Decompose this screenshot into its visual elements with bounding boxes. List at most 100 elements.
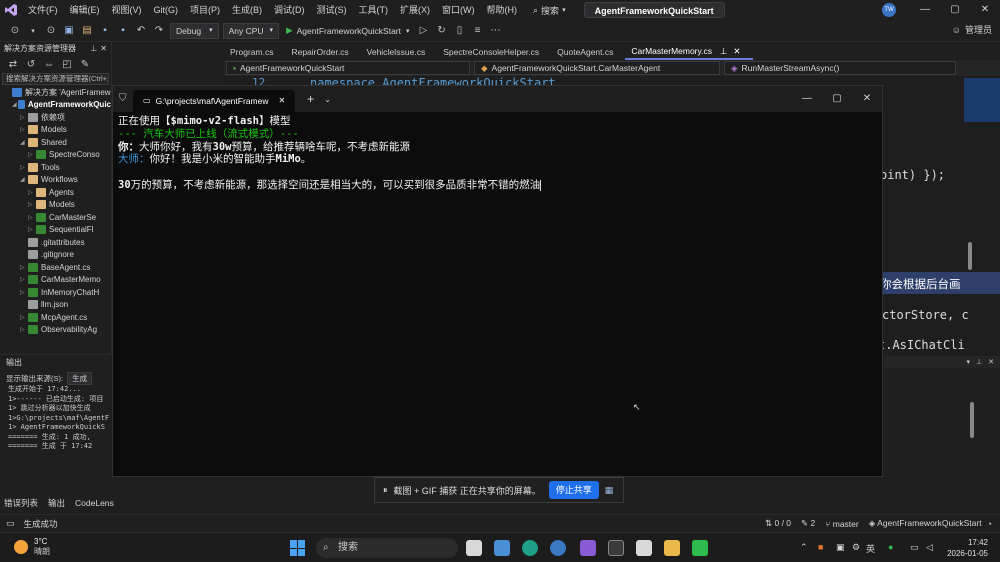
collapsed-arrow-icon[interactable]: ▷ (28, 201, 36, 208)
pin-icon[interactable]: ⊥ (976, 358, 982, 366)
menu-item[interactable]: 文件(F) (22, 0, 64, 20)
admin-indicator[interactable]: ☺ 管理员 (952, 23, 992, 36)
document-tab[interactable]: CarMasterMemory.cs ⊥ ✕ (625, 44, 753, 60)
document-tab[interactable]: Program.cs (224, 44, 285, 60)
tray-wechat-icon[interactable]: ● (888, 542, 893, 552)
tree-item[interactable]: .gitignore (0, 249, 111, 262)
close-button[interactable]: ✕ (970, 0, 1000, 20)
comment-icon[interactable]: ≡ (470, 23, 486, 39)
output-source-dropdown[interactable]: 生成 (67, 371, 93, 385)
tree-item[interactable]: ▷ Tools (0, 161, 111, 174)
start-debugging-button[interactable]: ▶ AgentFrameworkQuickStart ▾ (281, 23, 414, 39)
tree-item[interactable]: ▷ McpAgent.cs (0, 311, 111, 324)
edge-browser-icon[interactable] (522, 540, 538, 556)
menu-item[interactable]: 视图(V) (106, 0, 148, 20)
share-screen-icon[interactable]: ▦ (605, 485, 614, 496)
platform-dropdown[interactable]: Any CPU ▾ (222, 22, 280, 39)
collapsed-arrow-icon[interactable]: ▷ (28, 226, 36, 233)
bookmark-icon[interactable]: ▯ (452, 23, 468, 39)
tree-item[interactable]: ▷ 依赖项 (0, 111, 111, 124)
redo-icon[interactable]: ↷ (151, 23, 167, 39)
terminal-maximize-button[interactable]: ▢ (822, 89, 852, 109)
tree-item[interactable]: ◢ AgentFrameworkQuic (0, 99, 111, 112)
collapse-icon[interactable]: ⇔ (41, 56, 57, 72)
system-clock[interactable]: 17:42 2026-01-05 (947, 537, 988, 559)
tree-item[interactable]: ◢ Workflows (0, 174, 111, 187)
menu-item[interactable]: Git(G) (148, 0, 185, 20)
hot-reload-icon[interactable]: ↻ (434, 23, 450, 39)
tree-item[interactable]: 解决方案 'AgentFramew (0, 86, 111, 99)
task-view-icon[interactable] (466, 540, 482, 556)
app-icon[interactable] (636, 540, 652, 556)
menu-item[interactable]: 窗口(W) (436, 0, 481, 20)
menu-item[interactable]: 工具(T) (353, 0, 395, 20)
tree-item[interactable]: ▷ Agents (0, 186, 111, 199)
collapsed-arrow-icon[interactable]: ▷ (20, 126, 28, 133)
collapsed-arrow-icon[interactable]: ▷ (28, 189, 36, 196)
tree-item[interactable]: ▷ Models (0, 124, 111, 137)
chevron-up-icon[interactable]: ⌃ (800, 542, 808, 553)
tree-item[interactable]: ▷ CarMasterSe (0, 211, 111, 224)
maximize-button[interactable]: ▢ (940, 0, 970, 20)
collapsed-arrow-icon[interactable]: ▷ (20, 114, 28, 121)
close-icon[interactable]: ✕ (100, 42, 107, 56)
sync-icon[interactable]: ⇄ (5, 56, 21, 72)
expanded-arrow-icon[interactable]: ◢ (20, 139, 28, 146)
solution-search-input[interactable]: 搜索解决方案资源管理器(Ctrl+;) (2, 73, 109, 85)
config-dropdown[interactable]: Debug ▾ (170, 22, 219, 39)
taskbar-search[interactable]: ⌕ 搜索 (316, 538, 458, 558)
document-tab[interactable]: SpectreConsoleHelper.cs (437, 44, 551, 60)
collapsed-arrow-icon[interactable]: ▷ (20, 289, 28, 296)
search-box[interactable]: ⌕ 搜索 ▾ (527, 4, 572, 17)
collapsed-arrow-icon[interactable]: ▷ (20, 314, 28, 321)
collapsed-arrow-icon[interactable]: ▷ (20, 276, 28, 283)
navigate-back-icon[interactable]: ⊙ (7, 23, 23, 39)
terminal-tab[interactable]: ▭ G:\projects\maf\AgentFramew ✕ (133, 90, 296, 112)
chrome-browser-icon[interactable] (550, 540, 566, 556)
pause-icon[interactable]: ⏸ (383, 485, 388, 496)
bottom-tab[interactable]: 错误列表 (0, 497, 44, 509)
close-icon[interactable]: ✕ (278, 90, 285, 112)
tray-app-icon[interactable]: ■ (818, 542, 823, 552)
tray-screenshot-icon[interactable]: ▣ (836, 542, 845, 553)
document-tab[interactable]: VehicleIssue.cs (361, 44, 438, 60)
start-menu-icon[interactable] (290, 540, 306, 556)
bottom-tab[interactable]: 输出 (44, 497, 71, 509)
weather-widget[interactable]: 3°C 晴朗 (14, 537, 50, 557)
menu-item[interactable]: 测试(S) (311, 0, 353, 20)
undo-icon[interactable]: ↶ (133, 23, 149, 39)
terminal-app-icon[interactable] (608, 540, 624, 556)
tree-item[interactable]: ▷ CarMasterMemo (0, 274, 111, 287)
visual-studio-icon[interactable] (580, 540, 596, 556)
terminal-minimize-button[interactable]: — (792, 89, 822, 109)
project-nav-dropdown[interactable]: ▪ AgentFrameworkQuickStart (226, 61, 470, 75)
chevron-down-icon[interactable]: ▾ (25, 23, 41, 39)
tree-item[interactable]: llm.json (0, 299, 111, 312)
menu-item[interactable]: 编辑(E) (64, 0, 106, 20)
chevron-down-icon[interactable]: ▾ (967, 358, 971, 366)
new-tab-icon[interactable]: + (307, 92, 314, 106)
filter-icon[interactable]: ◰ (59, 56, 75, 72)
menu-item[interactable]: 生成(B) (226, 0, 268, 20)
repository[interactable]: ◈ AgentFrameworkQuickStart (864, 518, 987, 529)
history-icon[interactable]: ↺ (23, 56, 39, 72)
visual-studio-logo-icon[interactable] (0, 0, 22, 20)
stop-share-button[interactable]: 停止共享 (548, 481, 599, 499)
save-all-icon[interactable]: ▪ (115, 23, 131, 39)
tree-item[interactable]: ▷ SpectreConso (0, 149, 111, 162)
menu-item[interactable]: 调试(D) (268, 0, 311, 20)
tree-item[interactable]: ▷ Models (0, 199, 111, 212)
expanded-arrow-icon[interactable]: ◢ (20, 176, 28, 183)
output-scrollbar[interactable] (970, 402, 974, 438)
tree-item[interactable]: .gitattributes (0, 236, 111, 249)
edits-count[interactable]: ✎ 2 (796, 518, 820, 529)
more-icon[interactable]: ⋯ (488, 23, 504, 39)
menu-item[interactable]: 项目(P) (184, 0, 226, 20)
collapsed-arrow-icon[interactable]: ▷ (20, 164, 28, 171)
wechat-icon[interactable] (692, 540, 708, 556)
expanded-arrow-icon[interactable]: ◢ (12, 101, 18, 108)
minimize-button[interactable]: — (910, 0, 940, 20)
pin-icon[interactable]: ⊥ (90, 42, 97, 56)
terminal-output[interactable]: 正在使用【$mimo-v2-flash】模型 --- 汽车大师已上线（流式模式）… (113, 112, 882, 195)
chevron-down-icon[interactable]: ⌄ (324, 95, 331, 104)
